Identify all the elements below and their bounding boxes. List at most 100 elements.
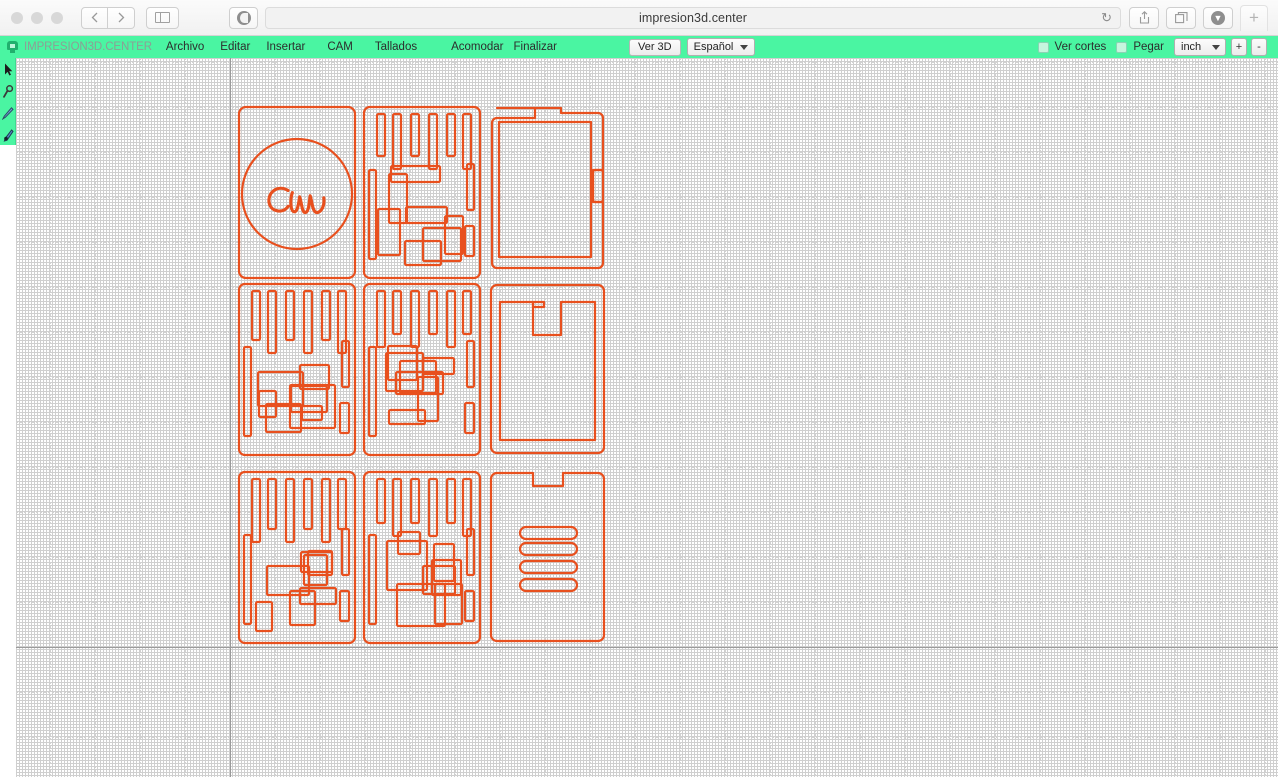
part-frame-c[interactable] (364, 284, 480, 455)
logo-circle[interactable] (242, 139, 352, 249)
side-channel[interactable] (467, 164, 474, 210)
select-arrow-tool[interactable] (0, 58, 16, 80)
edge-tab[interactable] (593, 170, 603, 202)
comb-slot[interactable] (252, 479, 260, 542)
side-channel[interactable] (467, 341, 474, 387)
side-channel[interactable] (244, 347, 251, 436)
panel-outline[interactable] (491, 285, 604, 453)
part-logo-plate[interactable] (239, 107, 355, 278)
side-channel[interactable] (465, 591, 474, 621)
comb-slot[interactable] (411, 291, 419, 347)
comb-slot[interactable] (268, 479, 276, 529)
unit-select[interactable]: inch (1174, 38, 1226, 56)
internal-cutout[interactable] (256, 602, 272, 631)
vent-slot-3[interactable] (520, 561, 577, 573)
vent-slot-2[interactable] (520, 543, 577, 555)
new-tab-button[interactable]: + (1240, 5, 1268, 31)
part-notched-panel[interactable] (491, 285, 604, 453)
menu-cam[interactable]: CAM (313, 36, 361, 58)
reload-icon[interactable]: ↻ (1101, 10, 1112, 26)
back-button[interactable] (81, 7, 108, 29)
menu-archivo[interactable]: Archivo (158, 36, 212, 58)
part-frame-b[interactable] (239, 284, 355, 455)
comb-slot[interactable] (322, 291, 330, 340)
internal-cutout[interactable] (406, 207, 447, 223)
menu-acomodar[interactable]: Acomodar (425, 36, 511, 58)
side-channel[interactable] (244, 535, 251, 624)
side-channel[interactable] (465, 226, 474, 256)
comb-slot[interactable] (393, 291, 401, 334)
part-vent-panel[interactable] (491, 473, 604, 641)
zoom-out-button[interactable]: - (1251, 38, 1267, 56)
ver-cortes-checkbox[interactable]: Ver cortes (1038, 41, 1107, 53)
design-canvas[interactable] (16, 58, 1278, 777)
comb-slot[interactable] (447, 291, 455, 347)
comb-slot[interactable] (447, 479, 455, 523)
comb-slot[interactable] (322, 479, 330, 542)
side-channel[interactable] (465, 403, 474, 433)
share-button[interactable] (1129, 7, 1159, 29)
comb-slot[interactable] (286, 479, 294, 542)
comb-slot[interactable] (393, 114, 401, 169)
comb-slot[interactable] (429, 114, 437, 169)
view-3d-button[interactable]: Ver 3D (629, 39, 681, 56)
side-channel[interactable] (369, 535, 376, 624)
magnifier-tool[interactable] (0, 80, 16, 102)
reader-view-button[interactable] (229, 7, 258, 29)
url-bar[interactable]: impresion3d.center ↻ (265, 7, 1121, 29)
tab-overview-button[interactable] (1166, 7, 1196, 29)
minimize-window-button[interactable] (31, 12, 43, 24)
pegar-checkbox[interactable]: Pegar (1116, 41, 1164, 53)
side-wall-outline[interactable] (492, 108, 603, 268)
internal-cutout[interactable] (435, 584, 462, 624)
comb-slot[interactable] (286, 291, 294, 340)
comb-slot[interactable] (304, 291, 312, 353)
internal-cutout[interactable] (388, 346, 417, 380)
menu-editar[interactable]: Editar (212, 36, 258, 58)
side-channel[interactable] (369, 170, 376, 259)
zoom-in-button[interactable]: + (1231, 38, 1247, 56)
menu-insertar[interactable]: Insertar (258, 36, 313, 58)
comb-slot[interactable] (304, 479, 312, 529)
comb-slot[interactable] (377, 114, 385, 156)
part-side-wall[interactable] (492, 108, 603, 268)
part-frame-e[interactable] (364, 472, 480, 643)
stamp-tool[interactable] (0, 124, 16, 146)
sidebar-toggle-button[interactable] (146, 7, 179, 29)
comb-slot[interactable] (393, 479, 401, 536)
internal-cutout[interactable] (434, 544, 454, 581)
part-frame-a[interactable] (364, 107, 480, 278)
part-frame-d[interactable] (239, 472, 355, 643)
menu-tallados[interactable]: Tallados (361, 36, 425, 58)
comb-slot[interactable] (429, 479, 437, 536)
plate-outline[interactable] (239, 107, 355, 278)
notch-detail[interactable] (533, 302, 544, 307)
cm-monogram-path[interactable] (269, 188, 324, 212)
zoom-window-button[interactable] (51, 12, 63, 24)
comb-slot[interactable] (447, 114, 455, 156)
comb-slot[interactable] (377, 479, 385, 523)
comb-slot[interactable] (463, 291, 471, 334)
comb-slot[interactable] (338, 479, 346, 529)
comb-slot[interactable] (411, 479, 419, 523)
side-channel[interactable] (369, 347, 376, 436)
comb-slot[interactable] (377, 291, 385, 347)
comb-slot[interactable] (429, 291, 437, 334)
menu-finalizar[interactable]: Finalizar (512, 36, 565, 58)
side-channel[interactable] (340, 591, 349, 621)
comb-slot[interactable] (252, 291, 260, 340)
comb-slot[interactable] (463, 114, 471, 169)
comb-slot[interactable] (411, 114, 419, 156)
pencil-tool[interactable] (0, 102, 16, 124)
language-select[interactable]: Español (687, 38, 755, 56)
vent-slot-4[interactable] (520, 579, 577, 591)
forward-button[interactable] (108, 7, 135, 29)
vent-slot-1[interactable] (520, 527, 577, 539)
side-channel[interactable] (340, 403, 349, 433)
close-window-button[interactable] (11, 12, 23, 24)
downloads-button[interactable]: ▼ (1203, 7, 1233, 29)
comb-slot[interactable] (463, 479, 471, 536)
comb-slot[interactable] (268, 291, 276, 353)
side-wall-inner[interactable] (499, 122, 591, 257)
notch-cutout[interactable] (500, 302, 595, 440)
